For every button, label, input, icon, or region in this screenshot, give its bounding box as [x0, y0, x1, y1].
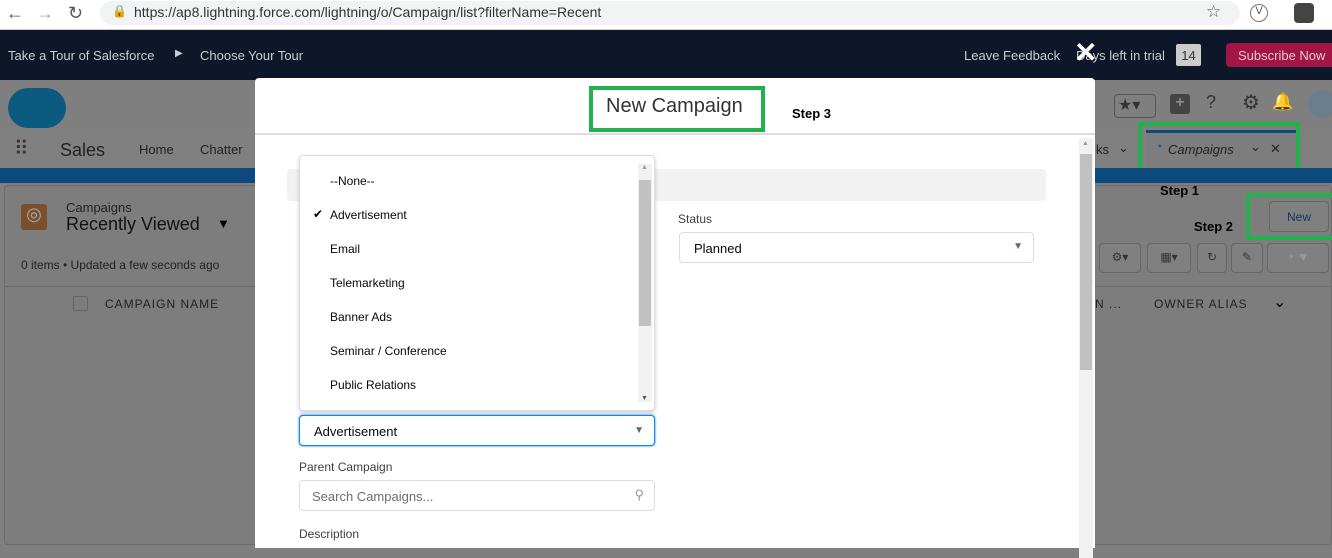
type-dropdown-list: --None-- ✔ Advertisement Email Telemarke…	[299, 155, 655, 411]
reload-icon[interactable]: ↻	[68, 3, 83, 24]
global-actions-plus-icon[interactable]: +	[1170, 94, 1190, 114]
caret-down-icon: ▼	[1013, 241, 1023, 252]
list-status: 0 items • Updated a few seconds ago	[21, 258, 220, 272]
modal-title: New Campaign	[606, 95, 743, 117]
modal-scrollbar[interactable]: ▲	[1079, 138, 1093, 558]
option-advertisement[interactable]: Advertisement	[330, 208, 407, 222]
user-avatar[interactable]	[1308, 90, 1332, 118]
column-campaign-name[interactable]: CAMPAIGN NAME	[105, 297, 219, 311]
help-icon[interactable]: ?	[1206, 92, 1216, 113]
list-view-selector[interactable]: Recently Viewed	[66, 214, 200, 235]
option-public-relations[interactable]: Public Relations	[330, 378, 416, 392]
type-value: Advertisement	[314, 424, 398, 439]
parent-campaign-label: Parent Campaign	[299, 460, 393, 474]
forward-icon[interactable]: →	[36, 3, 54, 24]
caret-right-icon: ▶	[175, 48, 183, 59]
status-select[interactable]: Planned ▼	[679, 232, 1034, 263]
option-telemarketing[interactable]: Telemarketing	[330, 276, 405, 290]
close-tour-icon[interactable]: ✕	[1074, 36, 1097, 69]
dropdown-scrollbar[interactable]: ▲ ▼	[638, 164, 652, 402]
checkmark-icon: ✔	[313, 207, 324, 221]
tour-bar: Take a Tour of Salesforce ▶ Choose Your …	[0, 30, 1332, 80]
parent-campaign-search[interactable]: Search Campaigns... ⚲	[299, 480, 655, 511]
nav-home[interactable]: Home	[139, 142, 174, 157]
caret-down-icon: ▼	[634, 425, 644, 436]
list-settings-gear-icon[interactable]: ⚙▾	[1099, 243, 1141, 273]
app-launcher-icon[interactable]: ⠿	[14, 136, 29, 161]
notifications-bell-icon[interactable]: 🔔	[1272, 92, 1293, 112]
modal-header: New Campaign Step 3	[255, 78, 1095, 135]
chevron-down-icon[interactable]: ⌄	[1118, 140, 1129, 156]
option-none[interactable]: --None--	[330, 174, 375, 188]
bookmark-star-icon[interactable]: ☆	[1206, 2, 1221, 22]
favorites-star-icon[interactable]: ★▾	[1114, 94, 1156, 118]
select-all-checkbox[interactable]	[73, 296, 88, 311]
app-name: Sales	[60, 140, 106, 160]
step3-label: Step 3	[792, 106, 832, 121]
trial-days-badge: 14	[1176, 44, 1201, 66]
subscribe-now-button[interactable]: Subscribe Now	[1226, 43, 1332, 67]
nav-chatter[interactable]: Chatter	[200, 142, 243, 157]
search-placeholder: Search Campaigns...	[312, 489, 434, 504]
campaign-target-icon: ◎	[21, 204, 47, 230]
back-icon[interactable]: ←	[6, 3, 24, 24]
search-icon: ⚲	[634, 487, 644, 502]
address-bar[interactable]: 🔒 https://ap8.lightning.force.com/lightni…	[100, 1, 1240, 25]
chart-filter-icons[interactable]: ◔ ▼	[1267, 243, 1329, 273]
nav-tasks[interactable]: ks	[1096, 142, 1109, 157]
choose-tour-link[interactable]: Choose Your Tour	[200, 48, 303, 63]
refresh-icon[interactable]: ↻	[1197, 243, 1227, 273]
extension-icon[interactable]: V	[1250, 4, 1268, 22]
url-text: https://ap8.lightning.force.com/lightnin…	[134, 4, 602, 20]
leave-feedback-link[interactable]: Leave Feedback	[964, 48, 1060, 63]
object-label: Campaigns	[66, 200, 132, 215]
lock-icon: 🔒	[112, 4, 127, 18]
salesforce-logo	[8, 88, 66, 128]
chevron-down-icon[interactable]: ⌄	[1273, 292, 1286, 312]
column-truncated[interactable]: N ...	[1095, 297, 1122, 311]
take-tour-link[interactable]: Take a Tour of Salesforce	[8, 48, 154, 63]
display-as-table-icon[interactable]: ▦▾	[1147, 243, 1191, 273]
type-select[interactable]: Advertisement ▼	[299, 415, 655, 446]
step1-label: Step 1	[1160, 183, 1200, 198]
description-label: Description	[299, 527, 360, 541]
option-email[interactable]: Email	[330, 242, 360, 256]
status-label: Status	[678, 212, 713, 226]
setup-gear-icon[interactable]: ⚙	[1242, 90, 1260, 115]
edit-pencil-icon[interactable]: ✎	[1231, 243, 1263, 273]
option-banner-ads[interactable]: Banner Ads	[330, 310, 392, 324]
profile-avatar[interactable]	[1294, 3, 1314, 23]
column-owner-alias[interactable]: OWNER ALIAS	[1154, 297, 1248, 311]
step2-highlight	[1246, 193, 1332, 240]
option-seminar-conference[interactable]: Seminar / Conference	[330, 344, 447, 358]
caret-down-icon[interactable]: ▼	[217, 216, 230, 231]
step2-label: Step 2	[1194, 219, 1234, 234]
status-value: Planned	[694, 241, 742, 256]
browser-toolbar: ← → ↻ 🔒 https://ap8.lightning.force.com/l…	[0, 0, 1332, 30]
